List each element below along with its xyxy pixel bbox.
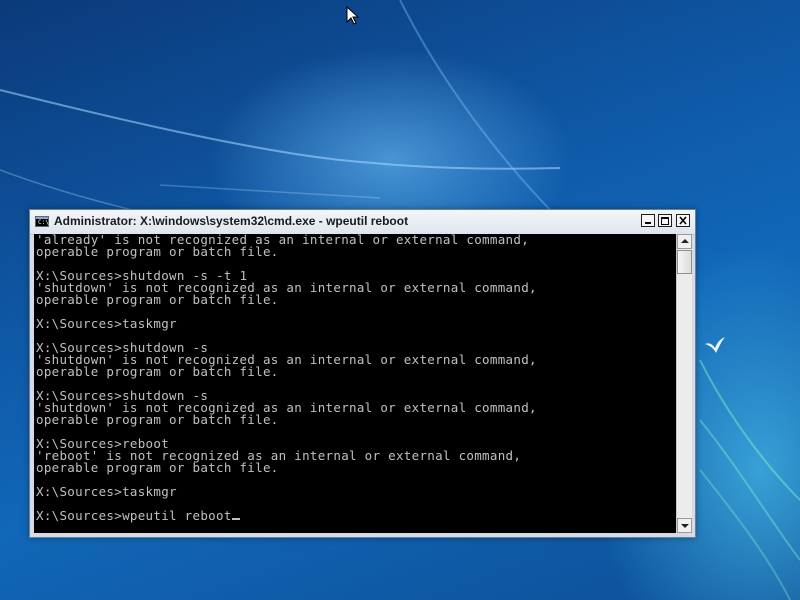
console-line: operable program or batch file.	[36, 244, 279, 259]
minimize-button[interactable]	[641, 214, 655, 227]
title-bar[interactable]: C:\. Administrator: X:\windows\system32\…	[30, 210, 695, 235]
mouse-cursor-icon	[346, 6, 360, 25]
console-line: X:\Sources>taskmgr	[36, 316, 177, 331]
scroll-down-button[interactable]	[677, 518, 692, 533]
console-line: operable program or batch file.	[36, 364, 279, 379]
window-title: Administrator: X:\windows\system32\cmd.e…	[54, 214, 409, 228]
console-line: operable program or batch file.	[36, 292, 279, 307]
console-line: X:\Sources>taskmgr	[36, 484, 177, 499]
close-button[interactable]	[676, 214, 690, 227]
scroll-up-button[interactable]	[677, 234, 692, 249]
cmd-window[interactable]: C:\. Administrator: X:\windows\system32\…	[29, 209, 696, 538]
console-line: operable program or batch file.	[36, 412, 279, 427]
maximize-button[interactable]	[658, 214, 672, 227]
text-cursor	[231, 518, 240, 520]
console-line: operable program or batch file.	[36, 460, 279, 475]
scroll-thumb[interactable]	[677, 250, 692, 274]
close-icon	[679, 216, 687, 225]
console-output[interactable]: 'already' is not recognized as an intern…	[34, 234, 676, 533]
vertical-scrollbar[interactable]	[676, 234, 692, 533]
bird-icon	[705, 337, 725, 353]
cmd-icon[interactable]: C:\.	[35, 216, 52, 227]
console-line: X:\Sources>wpeutil reboot	[36, 508, 232, 523]
console-text: 'already' is not recognized as an intern…	[34, 234, 676, 522]
